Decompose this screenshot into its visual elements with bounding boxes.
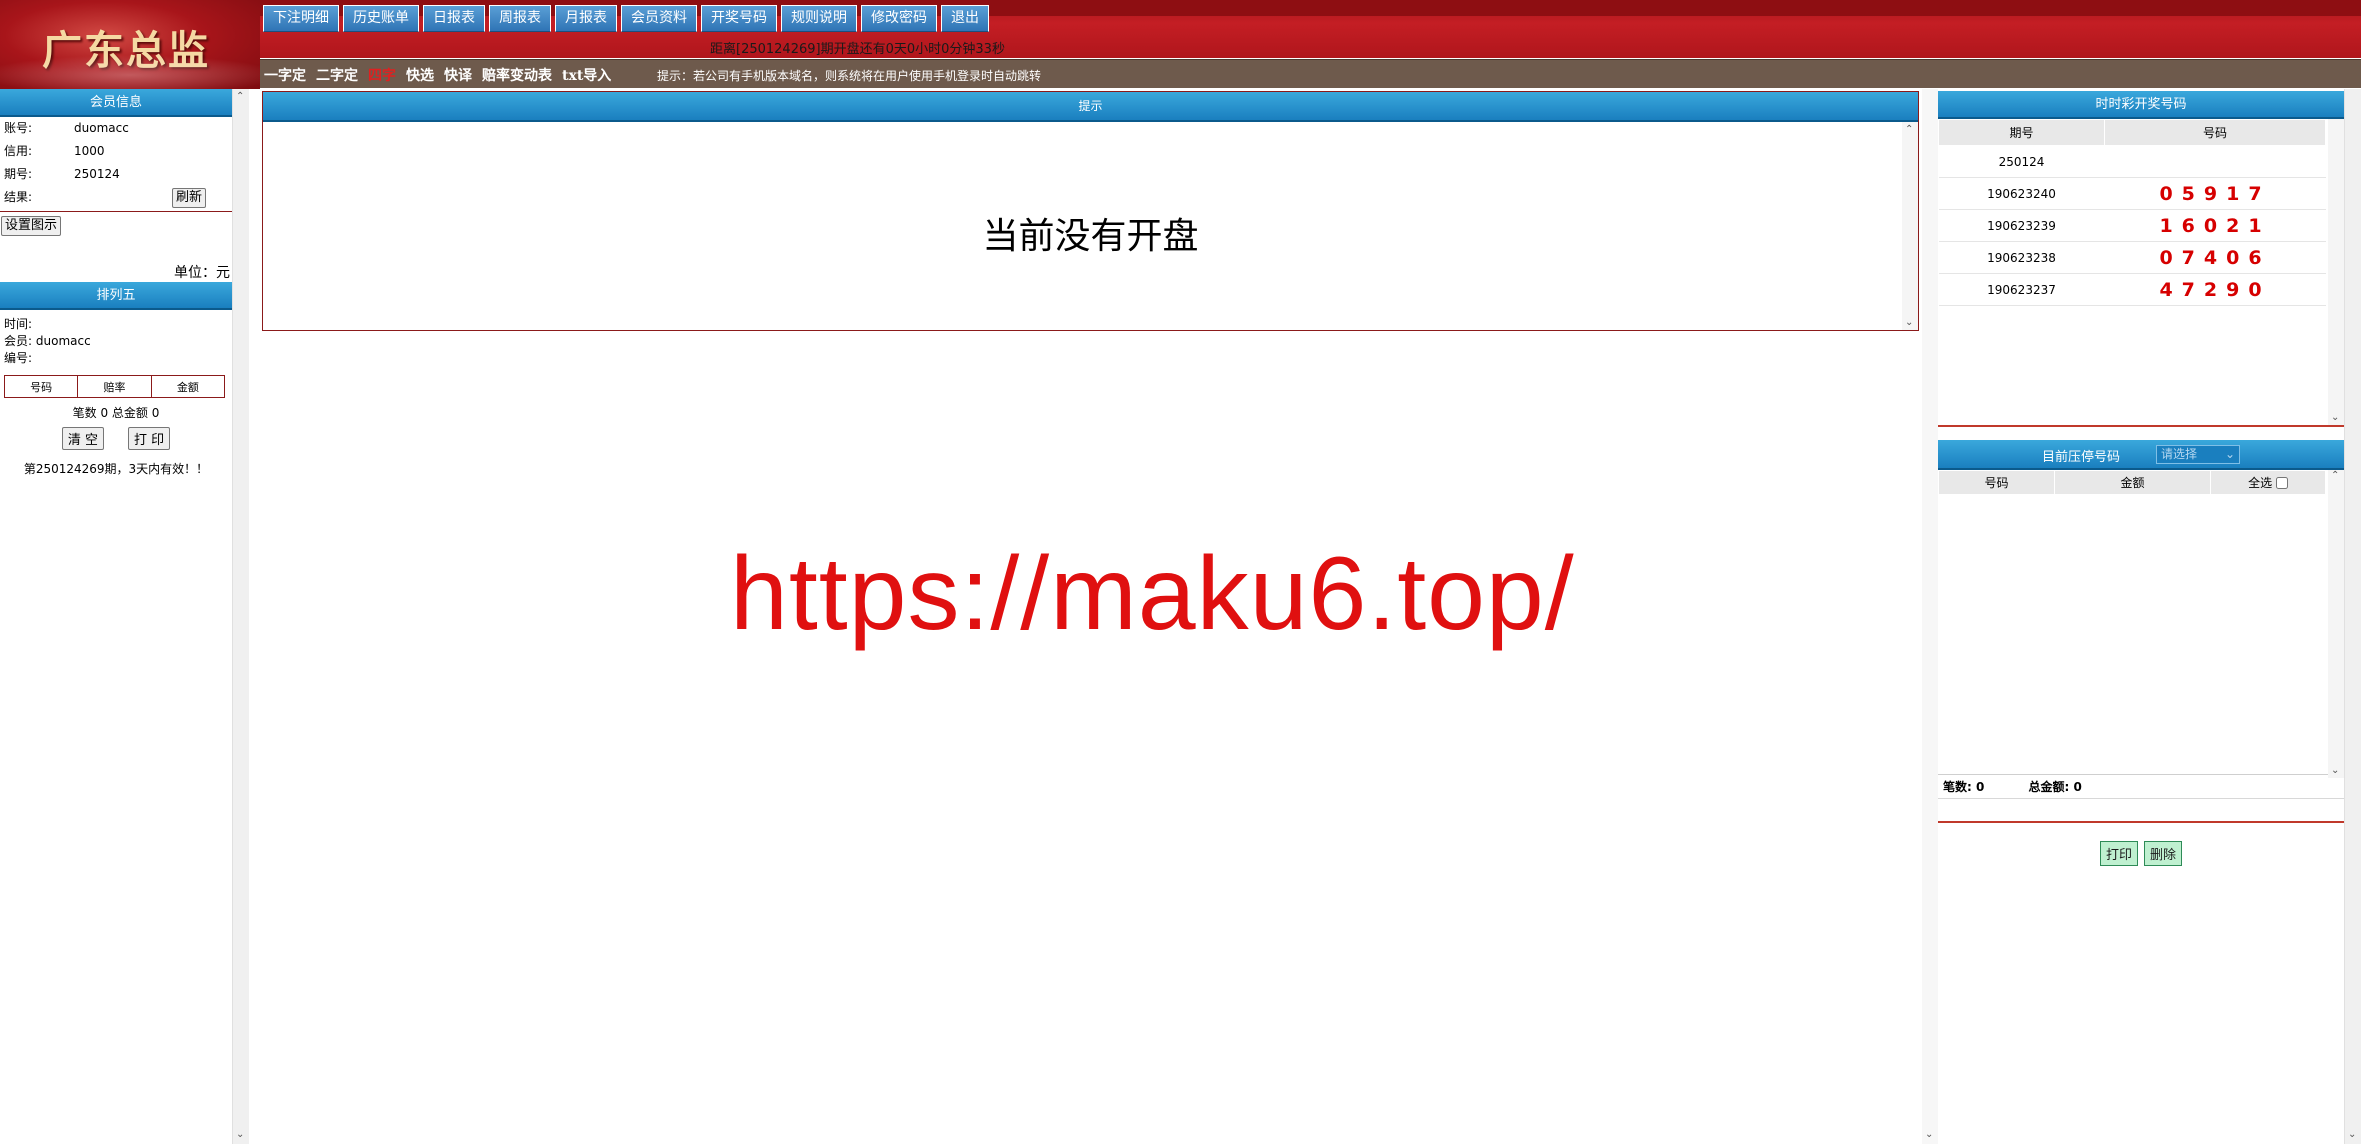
ticket-title: 排列五 [0,282,232,310]
ticket-serial: 编号: [4,351,33,365]
subnav-odds-changes[interactable]: 赔率变动表 [482,65,552,85]
ticket-summary: 笔数 0 总金额 0 [72,406,160,420]
scroll-down-icon[interactable]: ⌄ [236,1129,244,1140]
results-title: 时时彩开奖号码 [1938,91,2344,119]
left-sidebar: 会员信息 账号: duomacc 信用: 1000 期号: 250124 结果: 刷新… [0,89,232,1144]
result-row: 结果: 刷新 [0,186,232,209]
subnav-quick-translate[interactable]: 快译 [444,65,472,85]
print-ticket-button[interactable]: 打 印 [128,427,171,450]
results-panel: 时时彩开奖号码 期号 号码 250124 190623240 05917 190… [1938,91,2344,427]
set-icon-button[interactable]: 设置图示 [1,216,62,236]
brand-logo: 广东总监 [0,0,260,89]
ticket-table: 号码 赔率 金额 [3,375,226,398]
main-nav: 下注明细 历史账单 日报表 周报表 月报表 会员资料 开奖号码 规则说明 修改密… [263,5,989,32]
unit-label: 单位：元 [174,265,230,281]
scroll-up-icon[interactable]: ⌃ [236,91,244,102]
scroll-down-icon[interactable]: ⌄ [1925,1129,1933,1140]
nav-change-password[interactable]: 修改密码 [861,5,937,32]
stopped-totals: 笔数: 0 总金额: 0 [1938,775,2344,799]
scroll-down-icon[interactable]: ⌄ [2331,412,2339,423]
scroll-down-icon[interactable]: ⌄ [2331,765,2339,776]
sub-nav: 一字定 二字定 四字 快选 快译 赔率变动表 txt导入 [264,65,611,85]
print-button[interactable]: 打印 [2099,841,2138,866]
notice-title: 提示 [263,92,1918,122]
scroll-up-icon[interactable]: ⌃ [1905,124,1913,135]
notice-panel: 提示 当前没有开盘 ⌃ ⌄ [262,91,1919,331]
account-value: duomacc [74,121,129,135]
watermark-url: https://maku6.top/ [730,536,1575,652]
nav-bet-details[interactable]: 下注明细 [263,5,339,32]
nav-monthly-report[interactable]: 月报表 [555,5,617,32]
refresh-button[interactable]: 刷新 [172,188,207,208]
nav-draw-numbers[interactable]: 开奖号码 [701,5,777,32]
top-bar: 下注明细 历史账单 日报表 周报表 月报表 会员资料 开奖号码 规则说明 修改密… [260,0,2361,58]
chevron-down-icon: ⌄ [2224,447,2235,461]
table-row: 190623240 05917 [1938,177,2326,210]
results-scrollbar[interactable]: ⌄ [2328,119,2344,425]
nav-daily-report[interactable]: 日报表 [423,5,485,32]
stopped-scrollbar[interactable]: ⌃ ⌄ [2328,470,2344,778]
right-scrollbar[interactable]: ⌄ [2344,89,2361,1144]
nav-member-info[interactable]: 会员资料 [621,5,697,32]
left-scrollbar[interactable]: ⌃ ⌄ [232,89,249,1144]
stopped-count: 笔数: 0 [1943,780,1985,794]
delete-button[interactable]: 删除 [2144,841,2183,866]
stopped-title: 目前压停号码 [2042,450,2121,465]
period-row: 期号: 250124 [4,167,120,181]
col-amount: 金额 [2054,470,2211,495]
account-row: 账号: duomacc [4,121,129,135]
stopped-table: 号码 金额 全选 [1938,470,2326,495]
col-amount: 金额 [150,375,226,398]
stopped-list [1938,495,2344,775]
select-all-checkbox[interactable] [2275,477,2288,489]
nav-weekly-report[interactable]: 周报表 [489,5,551,32]
table-row: 190623239 16021 [1938,209,2326,242]
subnav-txt-import[interactable]: txt导入 [562,65,611,85]
brand-title: 广东总监 [42,27,210,74]
ticket-member: 会员: duomacc [4,334,91,348]
ticket-time: 时间: [4,317,33,331]
col-period: 期号 [1938,119,2105,146]
nav-rules[interactable]: 规则说明 [781,5,857,32]
table-row: 190623238 07406 [1938,241,2326,274]
validity-note: 第250124269期，3天内有效！！ [23,462,209,476]
period-value: 250124 [74,167,120,181]
no-market-message: 当前没有开盘 [982,216,1199,257]
stopped-select[interactable]: 请选择 ⌄ [2156,445,2240,464]
notice-scrollbar[interactable]: ⌃ ⌄ [1902,122,1918,330]
nav-logout[interactable]: 退出 [941,5,989,32]
stopped-numbers-panel: 目前压停号码 请选择 ⌄ 号码 金额 全选 ⌃ ⌄ 笔数: 0 总金额: 0 打… [1938,440,2344,866]
results-table: 期号 号码 250124 190623240 05917 190623239 1… [1938,119,2326,306]
stopped-total: 总金额: 0 [2028,780,2082,794]
middle-scrollbar[interactable]: ⌄ [1922,89,1938,1144]
table-row: 250124 [1938,145,2326,178]
col-numbers: 号码 [2104,119,2326,146]
sub-bar: 一字定 二字定 四字 快选 快译 赔率变动表 txt导入 提示：若公司有手机版本… [260,59,2361,88]
col-number: 号码 [1938,470,2055,495]
nav-history-bills[interactable]: 历史账单 [343,5,419,32]
col-select-all: 全选 [2210,470,2326,495]
credit-row: 信用: 1000 [4,144,105,158]
credit-value: 1000 [74,144,105,158]
subnav-two-digit[interactable]: 二字定 [316,65,358,85]
col-number: 号码 [3,375,79,398]
scroll-down-icon[interactable]: ⌄ [2348,1129,2356,1140]
subnav-quick-select[interactable]: 快选 [406,65,434,85]
right-sidebar: 时时彩开奖号码 期号 号码 250124 190623240 05917 190… [1938,91,2344,866]
member-info-title: 会员信息 [0,89,232,117]
clear-button[interactable]: 清 空 [61,427,104,450]
countdown-text: 距离[250124269]期开盘还有0天0小时0分钟33秒 [710,42,1005,57]
mobile-tip: 提示：若公司有手机版本域名，则系统将在用户使用手机登录时自动跳转 [657,69,1042,83]
subnav-four-digit[interactable]: 四字 [368,65,396,85]
subnav-one-digit[interactable]: 一字定 [264,65,306,85]
table-row: 190623237 47290 [1938,273,2326,306]
col-odds: 赔率 [77,375,152,398]
header: 广东总监 下注明细 历史账单 日报表 周报表 月报表 会员资料 开奖号码 规则说… [0,0,2361,89]
scroll-down-icon[interactable]: ⌄ [1905,317,1913,328]
scroll-up-icon[interactable]: ⌃ [2331,470,2339,481]
